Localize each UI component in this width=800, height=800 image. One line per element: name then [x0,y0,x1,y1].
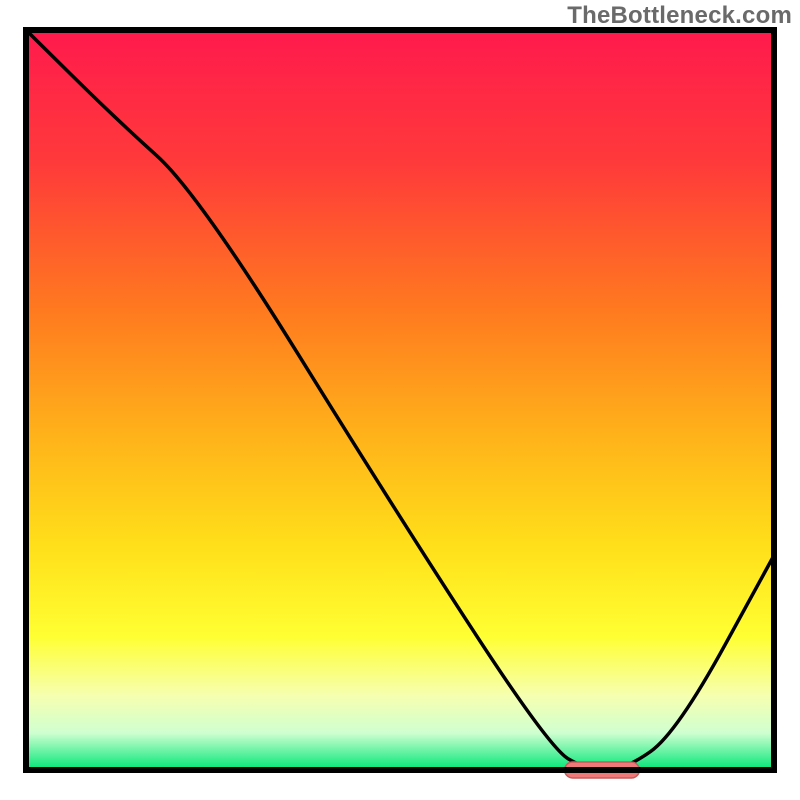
watermark-text: TheBottleneck.com [567,2,792,30]
bottleneck-chart [0,0,800,800]
chart-stage: TheBottleneck.com [0,0,800,800]
